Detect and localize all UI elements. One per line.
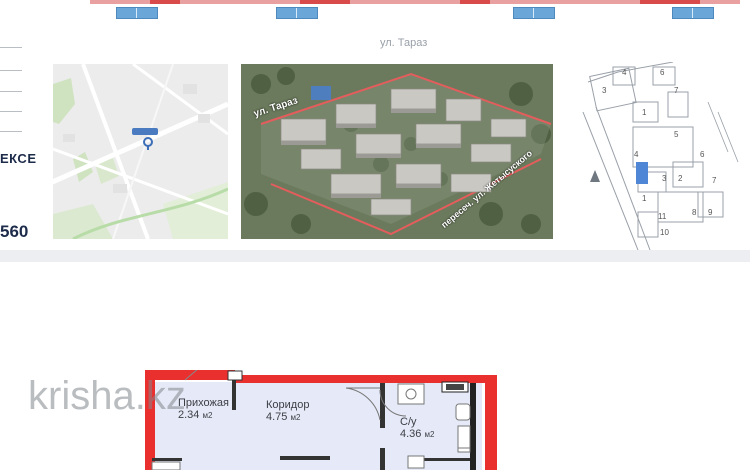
plan-block-number: 11 [658, 212, 667, 221]
plan-block-number: 2 [678, 174, 683, 183]
plan-block-number: 10 [660, 228, 669, 237]
left-divider [0, 91, 22, 92]
strip-segment [460, 0, 490, 4]
strip-segment [150, 0, 180, 4]
left-heading-fragment: ЕКСЕ [0, 151, 37, 166]
plan-block-number: 7 [712, 176, 717, 185]
plan-block-number: 1 [642, 108, 647, 117]
plan-block-number: 3 [662, 174, 667, 183]
plan-block-number: 4 [634, 150, 639, 159]
apartment-floor-plan: Прихожая 2.34 м2 Коридор 4.75 м2 С/у 4.3… [140, 349, 500, 471]
room-corridor: Коридор 4.75 м2 [266, 399, 309, 423]
blue-tab [672, 7, 714, 19]
aerial-illustration [241, 64, 553, 239]
strip-segment [300, 0, 350, 4]
aerial-render: ул. Тараз пересеч. ул. Жетысуского [241, 64, 553, 239]
plan-block-number: 8 [692, 208, 697, 217]
location-pin-icon [143, 137, 153, 150]
blue-tab [513, 7, 555, 19]
left-divider [0, 131, 22, 132]
plan-block-number: 4 [622, 68, 627, 77]
plan-block-number: 7 [674, 86, 679, 95]
section-divider [0, 250, 750, 262]
room-bathroom: С/у 4.36 м2 [400, 416, 434, 440]
map-illustration [53, 64, 228, 239]
location-map [53, 64, 228, 239]
blue-tab [276, 7, 318, 19]
watermark-text: krisha.kz [28, 374, 186, 418]
poi-tag [132, 128, 158, 135]
room-area: 4.75 м2 [266, 411, 301, 423]
left-number-fragment: 560 [0, 222, 29, 241]
plan-block-number: 3 [602, 86, 607, 95]
plan-block-number: 1 [642, 194, 647, 203]
plan-block-number: 6 [660, 68, 665, 77]
left-divider [0, 111, 22, 112]
room-name: Коридор [266, 399, 310, 411]
site-plan-sketch: 4 6 3 7 1 5 4 6 2 3 7 8 9 10 11 1 [578, 61, 746, 251]
room-name: С/у [400, 416, 417, 428]
street-label-top: ул. Тараз [380, 37, 428, 49]
left-divider [0, 47, 22, 48]
room-area: 4.36 м2 [400, 428, 435, 440]
blue-tab [116, 7, 158, 19]
plan-block-number: 6 [700, 150, 705, 159]
strip-segment [640, 0, 700, 4]
left-divider [0, 70, 22, 71]
plan-block-number: 9 [708, 208, 713, 217]
plan-block-number: 5 [674, 130, 679, 139]
